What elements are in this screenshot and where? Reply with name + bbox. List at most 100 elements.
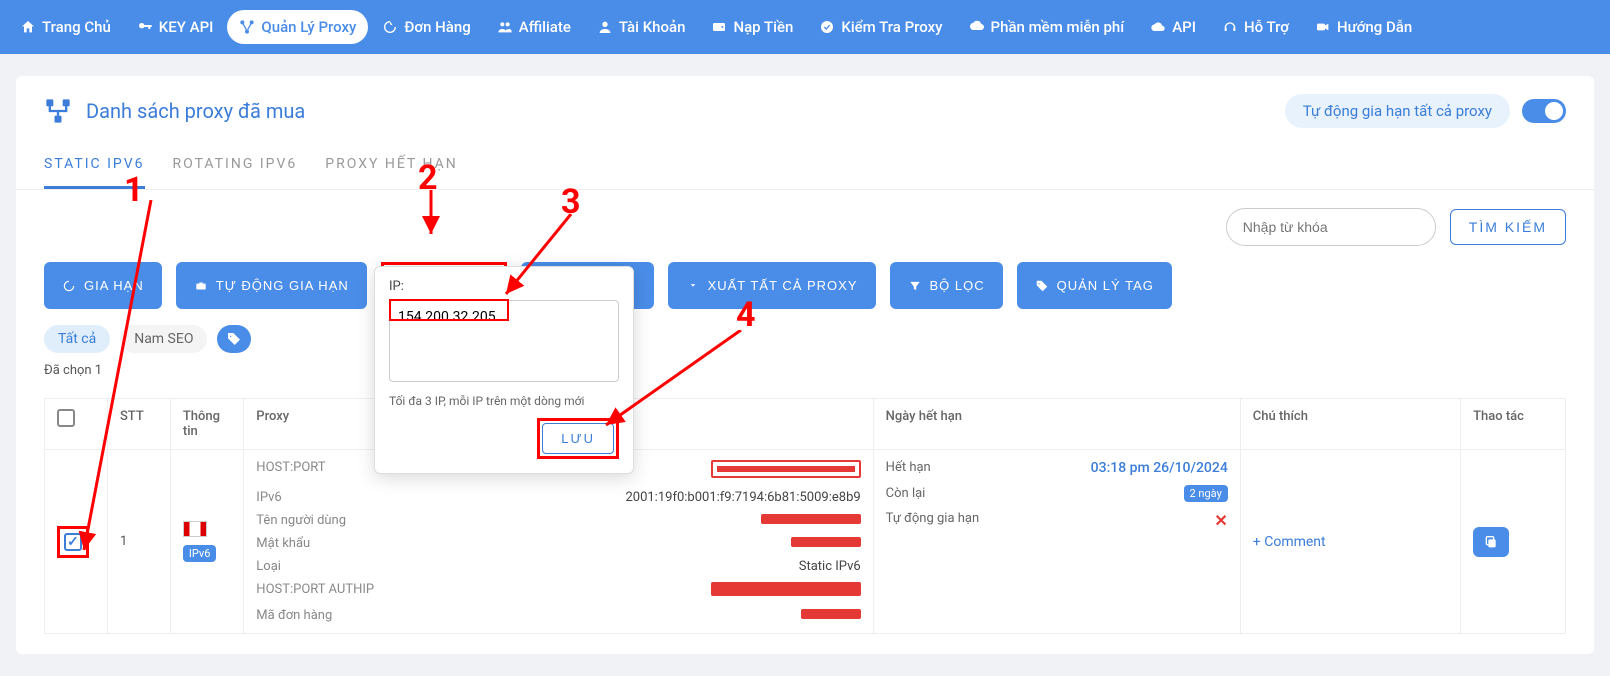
- ipv6-value: 2001:19f0:b001:f9:7194:6b81:5009:e8b9: [426, 490, 860, 505]
- annotation-arrow-1: [56, 200, 176, 580]
- top-navigation: Trang Chủ KEY API Quản Lý Proxy Đơn Hàng…: [0, 0, 1610, 54]
- cloud-icon: [1150, 19, 1166, 35]
- nav-api[interactable]: API: [1138, 10, 1208, 44]
- filter-label: BỘ LỌC: [930, 278, 985, 293]
- search-button[interactable]: TÌM KIẾM: [1450, 209, 1566, 245]
- nav-orders[interactable]: Đơn Hàng: [370, 10, 482, 44]
- redacted-value: [801, 609, 861, 619]
- nav-check-proxy[interactable]: Kiểm Tra Proxy: [807, 10, 954, 44]
- authip-label: HOST:PORT AUTHIP: [256, 582, 416, 600]
- tab-expired[interactable]: PROXY HẾT HẠN: [325, 146, 457, 189]
- annotation-3: 3: [561, 182, 581, 222]
- annotation-arrow-3: [486, 214, 586, 314]
- tabs: STATIC IPV6 ROTATING IPV6 PROXY HẾT HẠN: [16, 128, 1594, 190]
- table-row: 1 IPv6 HOST:PORT IPv6 2001:19f0:b001:f9:…: [45, 450, 1566, 634]
- ipv6-label: IPv6: [256, 490, 416, 505]
- expired-label: Hết hạn: [886, 460, 1006, 476]
- manage-tag-label: QUẢN LÝ TAG: [1057, 278, 1154, 293]
- filter-button[interactable]: BỘ LỌC: [890, 262, 1003, 309]
- nav-support[interactable]: Hỗ Trợ: [1210, 10, 1301, 44]
- network-icon: [44, 97, 72, 125]
- check-circle-icon: [819, 19, 835, 35]
- nav-guide[interactable]: Hướng Dẫn: [1303, 10, 1424, 44]
- headset-icon: [1222, 19, 1238, 35]
- ipv6-badge: IPv6: [183, 545, 217, 562]
- search-input[interactable]: [1226, 208, 1436, 246]
- cloud-download-icon: [969, 19, 985, 35]
- copy-button[interactable]: [1473, 527, 1509, 557]
- user-icon: [597, 19, 613, 35]
- th-action: Thao tác: [1461, 399, 1566, 450]
- annotation-4: 4: [736, 295, 756, 335]
- type-value: Static IPv6: [426, 559, 860, 574]
- copy-icon: [1483, 534, 1499, 550]
- order-label: Mã đơn hàng: [256, 608, 416, 623]
- nav-guide-label: Hướng Dẫn: [1337, 18, 1412, 36]
- nav-support-label: Hỗ Trợ: [1244, 18, 1289, 36]
- redacted-value: [711, 582, 861, 596]
- popup-hint: Tối đa 3 IP, mỗi IP trên một dòng mới: [389, 394, 619, 408]
- nav-topup-label: Nạp Tiền: [733, 18, 793, 36]
- nav-key-api[interactable]: KEY API: [125, 10, 226, 44]
- th-expire: Ngày hết hạn: [873, 399, 1240, 450]
- video-icon: [1315, 19, 1331, 35]
- wallet-icon: [711, 19, 727, 35]
- export-all-button[interactable]: XUẤT TẤT CẢ PROXY: [668, 262, 876, 309]
- filter-icon: [908, 279, 922, 293]
- briefcase-icon: [194, 279, 208, 293]
- close-icon[interactable]: ✕: [1214, 511, 1227, 530]
- type-label: Loại: [256, 559, 416, 574]
- annotation-arrow-4: [596, 330, 756, 440]
- nav-proxy-manage[interactable]: Quản Lý Proxy: [227, 10, 368, 44]
- password-label: Mật khẩu: [256, 536, 416, 551]
- home-icon: [20, 19, 36, 35]
- selected-count: Đã chọn 1: [44, 363, 1566, 378]
- auto-renew-button[interactable]: TỰ ĐỘNG GIA HẠN: [176, 262, 367, 309]
- nav-home-label: Trang Chủ: [42, 18, 111, 36]
- manage-tag-button[interactable]: QUẢN LÝ TAG: [1017, 262, 1172, 309]
- nav-key-label: KEY API: [159, 18, 214, 36]
- download-icon: [686, 279, 700, 293]
- proxy-table: STT Thông tin Proxy Ngày hết hạn Chú thí…: [44, 398, 1566, 634]
- main-card: Danh sách proxy đã mua Tự động gia hạn t…: [16, 76, 1594, 654]
- tag-icon: [226, 331, 242, 347]
- export-all-label: XUẤT TẤT CẢ PROXY: [708, 278, 858, 293]
- nav-affiliate[interactable]: Affiliate: [485, 10, 583, 44]
- page-title: Danh sách proxy đã mua: [86, 99, 305, 123]
- nav-account[interactable]: Tài Khoản: [585, 10, 698, 44]
- nav-orders-label: Đơn Hàng: [404, 18, 470, 36]
- nav-affiliate-label: Affiliate: [519, 18, 571, 36]
- annotation-arrow-2: [416, 190, 456, 250]
- redacted-value: [711, 460, 861, 478]
- nav-topup[interactable]: Nạp Tiền: [699, 10, 805, 44]
- nav-home[interactable]: Trang Chủ: [8, 10, 123, 44]
- auto-renew-all-label: Tự động gia hạn tất cả proxy: [1285, 94, 1510, 128]
- redacted-value: [791, 537, 861, 547]
- redacted-value: [761, 514, 861, 524]
- users-icon: [497, 19, 513, 35]
- network-icon: [239, 19, 255, 35]
- key-icon: [137, 19, 153, 35]
- annotation-2: 2: [418, 158, 438, 198]
- nav-proxy-label: Quản Lý Proxy: [261, 18, 356, 36]
- toolbar-area: TÌM KIẾM GIA HẠN TỰ ĐỘNG GIA HẠN AUTH IP…: [16, 190, 1594, 398]
- tag-icon: [1035, 279, 1049, 293]
- auto-renew-all-toggle[interactable]: [1522, 99, 1566, 123]
- history-icon: [382, 19, 398, 35]
- nav-account-label: Tài Khoản: [619, 18, 686, 36]
- nav-api-label: API: [1172, 18, 1196, 36]
- auto-renew-row-label: Tự động gia hạn: [886, 511, 1006, 530]
- flag-canada-icon: [183, 521, 207, 537]
- username-label: Tên người dùng: [256, 513, 416, 528]
- nav-free-software[interactable]: Phần mềm miễn phí: [957, 10, 1137, 44]
- auto-renew-btn-label: TỰ ĐỘNG GIA HẠN: [216, 278, 349, 293]
- add-comment-link[interactable]: Comment: [1253, 534, 1326, 550]
- annotation-1: 1: [124, 170, 144, 210]
- tab-rotating-ipv6[interactable]: ROTATING IPV6: [173, 146, 298, 189]
- page-header: Danh sách proxy đã mua Tự động gia hạn t…: [16, 76, 1594, 128]
- th-note: Chú thích: [1240, 399, 1460, 450]
- tag-manage-icon[interactable]: [217, 325, 251, 353]
- nav-software-label: Phần mềm miễn phí: [991, 18, 1125, 36]
- expired-value: 03:18 pm 26/10/2024: [1006, 460, 1228, 476]
- nav-check-label: Kiểm Tra Proxy: [841, 18, 942, 36]
